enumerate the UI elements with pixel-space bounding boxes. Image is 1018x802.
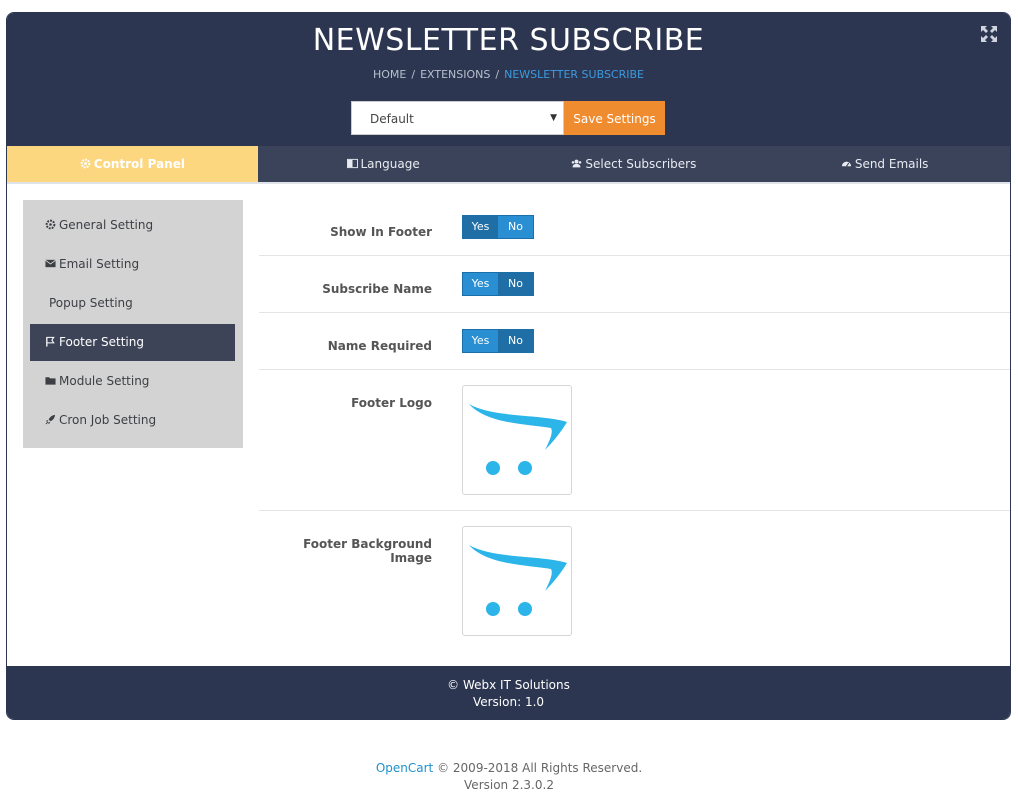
gear-icon [45, 219, 56, 230]
opencart-logo-icon [469, 545, 567, 616]
sidebar-item-footer-setting[interactable]: Footer Setting [30, 324, 235, 361]
sidebar-item-module-setting[interactable]: Module Setting [30, 363, 235, 400]
tab-send-emails-label: Send Emails [854, 157, 929, 171]
footer-logo-row: Footer Logo [259, 370, 1010, 511]
users-icon [572, 159, 582, 168]
name-required-yes[interactable]: Yes [463, 330, 498, 352]
opencart-link[interactable]: OpenCart [376, 761, 433, 775]
sidebar-item-label: Cron Job Setting [59, 413, 157, 427]
show-in-footer-row: Show In Footer Yes No [259, 199, 1010, 256]
store-select-value: Default [370, 112, 414, 126]
header: NEWSLETTER SUBSCRIBE HOME / EXTENSIONS / NEW… [7, 13, 1010, 146]
envelope-icon [45, 259, 56, 268]
store-select[interactable]: Default ▼ [351, 101, 564, 135]
module-footer: © Webx IT Solutions Version: 1.0 [7, 666, 1010, 719]
subscribe-name-no[interactable]: No [498, 273, 533, 295]
dashboard-icon [841, 161, 851, 167]
subscribe-name-label: Subscribe Name [322, 282, 432, 296]
caret-down-icon: ▼ [550, 113, 557, 123]
language-icon [346, 158, 358, 169]
tab-select-subscribers[interactable]: Select Subscribers [509, 146, 760, 182]
name-required-row: Name Required Yes No [259, 313, 1010, 370]
subscribe-name-toggle[interactable]: Yes No [462, 272, 534, 296]
name-required-no[interactable]: No [498, 330, 533, 352]
tab-select-subscribers-label: Select Subscribers [585, 157, 697, 171]
show-in-footer-toggle[interactable]: Yes No [462, 215, 534, 239]
footer-background-label: Footer Background Image [303, 537, 432, 565]
flag-icon [46, 336, 55, 347]
subscribe-name-yes[interactable]: Yes [463, 273, 498, 295]
sidebar-item-label: Footer Setting [59, 335, 144, 349]
save-settings-button[interactable]: Save Settings [564, 101, 665, 135]
sidebar-item-label: General Setting [59, 218, 154, 232]
module-panel: NEWSLETTER SUBSCRIBE HOME / EXTENSIONS / NEW… [6, 12, 1011, 720]
show-in-footer-yes[interactable]: Yes [463, 216, 498, 238]
expand-icon[interactable] [980, 25, 998, 43]
sidebar-item-cron-job-setting[interactable]: Cron Job Setting [30, 402, 235, 439]
opencart-logo-icon [469, 404, 567, 475]
settings-sidebar: General Setting Email Setting Popup Sett… [23, 200, 243, 448]
tab-control-panel[interactable]: Control Panel [7, 146, 258, 182]
page-footer: OpenCart © 2009-2018 All Rights Reserved… [0, 760, 1018, 794]
name-required-toggle[interactable]: Yes No [462, 329, 534, 353]
sidebar-item-email-setting[interactable]: Email Setting [30, 246, 235, 283]
breadcrumb-home[interactable]: HOME [373, 68, 406, 81]
tab-send-emails[interactable]: Send Emails [759, 146, 1010, 182]
breadcrumb: HOME / EXTENSIONS / NEWSLETTER SUBSCRIBE [373, 68, 644, 81]
settings-content: General Setting Email Setting Popup Sett… [7, 182, 1010, 668]
gear-icon [80, 158, 91, 169]
breadcrumb-current[interactable]: NEWSLETTER SUBSCRIBE [504, 68, 644, 81]
page-title: NEWSLETTER SUBSCRIBE [312, 23, 705, 58]
sidebar-item-general-setting[interactable]: General Setting [30, 207, 235, 244]
sidebar-item-label: Popup Setting [49, 296, 133, 310]
footer-background-thumbnail[interactable] [462, 526, 572, 636]
show-in-footer-no[interactable]: No [498, 216, 533, 238]
footer-logo-label: Footer Logo [351, 396, 432, 410]
show-in-footer-label: Show In Footer [330, 225, 432, 239]
tab-control-panel-label: Control Panel [93, 157, 185, 171]
sidebar-item-popup-setting[interactable]: Popup Setting [30, 285, 235, 322]
footer-logo-thumbnail[interactable] [462, 385, 572, 495]
subscribe-name-row: Subscribe Name Yes No [259, 256, 1010, 313]
page-copyright: © 2009-2018 All Rights Reserved. [437, 761, 643, 775]
page-version: Version 2.3.0.2 [464, 778, 554, 792]
footer-version: Version: 1.0 [472, 695, 545, 709]
tab-language[interactable]: Language [258, 146, 509, 182]
tab-bar: Control Panel Language Select Subscriber… [7, 146, 1010, 182]
sidebar-item-label: Module Setting [59, 374, 150, 388]
tab-language-label: Language [360, 157, 420, 171]
breadcrumb-extensions[interactable]: EXTENSIONS [420, 68, 490, 81]
name-required-label: Name Required [327, 339, 432, 353]
folder-icon [45, 377, 56, 385]
footer-copyright: © Webx IT Solutions [447, 678, 570, 692]
rocket-icon [45, 414, 56, 425]
sidebar-item-label: Email Setting [59, 257, 140, 271]
footer-background-row: Footer Background Image [259, 511, 1010, 652]
